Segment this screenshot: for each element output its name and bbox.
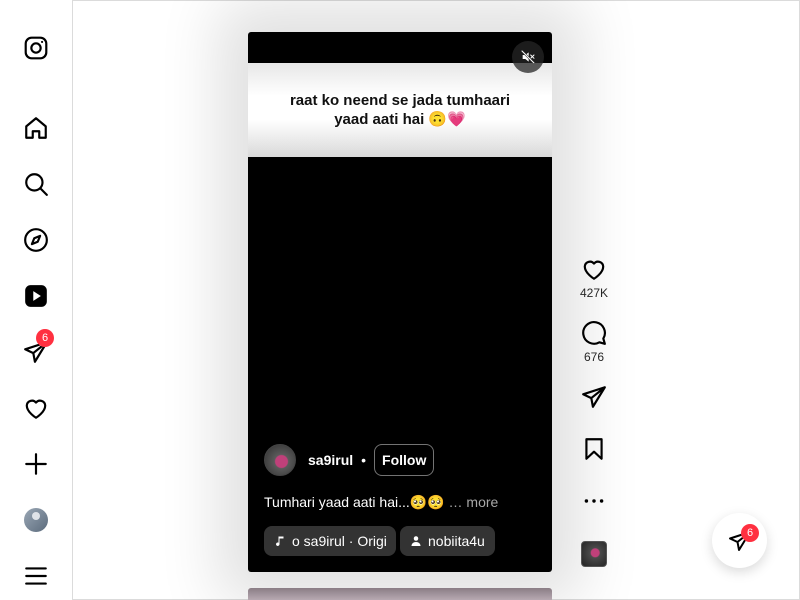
more-horizontal-icon [584, 499, 604, 503]
menu-icon[interactable] [22, 562, 50, 590]
reel-overlay-text: raat ko neend se jada tumhaari yaad aati… [289, 92, 511, 128]
more-link[interactable]: more [466, 494, 498, 510]
author-username[interactable]: sa9irul [308, 452, 353, 468]
reel-chips: o sa9irul · Original audio nobiita4u [264, 526, 495, 556]
messages-fab-badge: 6 [741, 524, 759, 542]
comment-icon [582, 321, 606, 345]
separator-dot: • [361, 452, 367, 468]
notifications-icon[interactable] [22, 394, 50, 422]
search-icon[interactable] [22, 170, 50, 198]
audio-chip-label: o sa9irul · Original audio [292, 533, 386, 549]
tagged-user-chip[interactable]: nobiita4u [400, 526, 495, 556]
heart-icon [583, 260, 605, 280]
sidebar: 6 [0, 0, 73, 600]
next-reel-preview[interactable] [248, 588, 552, 600]
reel-video[interactable]: raat ko neend se jada tumhaari yaad aati… [248, 32, 552, 572]
comment-count: 676 [583, 350, 605, 364]
comment-button[interactable]: 676 [574, 320, 614, 364]
mute-button[interactable] [512, 41, 544, 73]
create-icon[interactable] [22, 450, 50, 478]
person-icon [411, 536, 421, 546]
author-avatar[interactable] [264, 444, 296, 476]
like-count: 427K [579, 286, 609, 300]
explore-icon[interactable] [22, 226, 50, 254]
author-row: sa9irul • Follow [264, 443, 435, 477]
messages-badge: 6 [36, 329, 54, 347]
audio-chip[interactable]: o sa9irul · Original audio [264, 526, 396, 556]
tagged-user-label: nobiita4u [428, 533, 485, 549]
reels-icon[interactable] [22, 282, 50, 310]
like-button[interactable]: 427K [574, 256, 614, 300]
messages-icon[interactable]: 6 [22, 329, 54, 366]
send-icon [582, 386, 606, 408]
more-prefix: … [448, 494, 463, 510]
bookmark-icon [585, 438, 603, 460]
description-text: Tumhari yaad aati hai...🥺🥺 [264, 494, 445, 510]
instagram-logo-icon[interactable] [22, 34, 50, 62]
avatar [24, 508, 48, 532]
profile-avatar[interactable] [22, 506, 50, 534]
reel-overlay-band: raat ko neend se jada tumhaari yaad aati… [248, 63, 552, 157]
messages-fab[interactable]: 6 [712, 513, 767, 568]
save-button[interactable] [574, 436, 614, 462]
original-audio-button[interactable] [574, 541, 614, 567]
home-icon[interactable] [22, 114, 50, 142]
audio-thumbnail [581, 541, 607, 567]
more-options-button[interactable] [574, 488, 614, 514]
follow-button[interactable]: Follow [374, 444, 435, 476]
reel-description: Tumhari yaad aati hai...🥺🥺 … more [264, 494, 498, 511]
share-button[interactable] [574, 384, 614, 410]
music-note-icon [276, 536, 284, 546]
